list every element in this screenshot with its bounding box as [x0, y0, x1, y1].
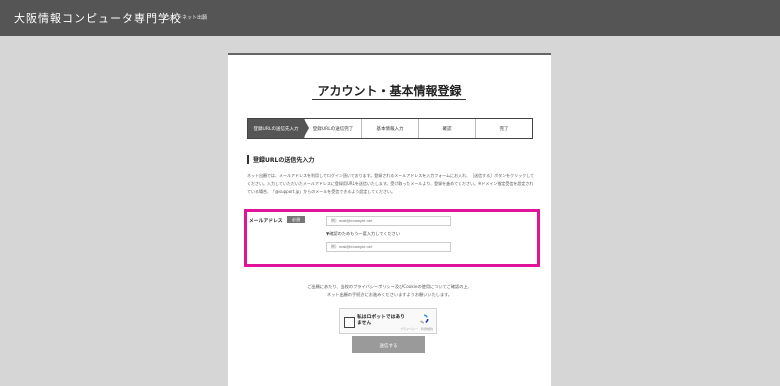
recaptcha-label: 私はロボットではありません: [357, 315, 405, 326]
recaptcha-checkbox[interactable]: [344, 317, 355, 328]
email-field[interactable]: [326, 216, 451, 226]
step-url-sent: 登録URLの送信完了: [305, 119, 362, 138]
privacy-line-1: ご出願にあたり、当校のプライバシーポリシー及びCookieの使用についてご確認の…: [307, 284, 472, 289]
step-confirm: 確認: [419, 119, 476, 138]
recaptcha-widget: 私はロボットではありません プライバシー - 利用規約: [339, 308, 437, 334]
brand-name[interactable]: 大阪情報コンピュータ専門学校: [14, 10, 182, 26]
step-email-input: 登録URLの送信先入力: [248, 119, 309, 138]
page-title: アカウント・基本情報登録: [317, 84, 462, 98]
header-bar: 大阪情報コンピュータ専門学校 インターネット出願: [0, 0, 780, 36]
email-confirm-field[interactable]: [326, 242, 451, 252]
brand-subtitle: インターネット出願: [162, 15, 208, 21]
privacy-line-2: ネット出願の手続きにお進みくださいますようお願いいたします。: [326, 292, 453, 297]
privacy-notice: ご出願にあたり、当校のプライバシーポリシー及びCookieの使用についてご確認の…: [228, 283, 551, 299]
recaptcha-footer[interactable]: プライバシー - 利用規約: [400, 327, 433, 331]
email-label: メールアドレス: [249, 219, 283, 224]
progress-steps: 登録URLの送信先入力 登録URLの送信完了 基本情報入力 確認 完了: [247, 118, 533, 139]
section-description: ネット出願では、メールアドレスを利用してログイン頂いております。登録されるメール…: [247, 173, 535, 194]
title-underline: [312, 99, 466, 100]
step-complete: 完了: [499, 126, 509, 132]
recaptcha-icon: [420, 314, 429, 324]
submit-button[interactable]: 送信する: [352, 336, 425, 353]
step-basic-info: 基本情報入力: [362, 119, 419, 138]
section-heading: 登録URLの送信先入力: [247, 155, 314, 164]
confirm-note: ▼確認のためもう一度入力してください: [326, 231, 401, 236]
required-badge: 必須: [287, 216, 305, 223]
